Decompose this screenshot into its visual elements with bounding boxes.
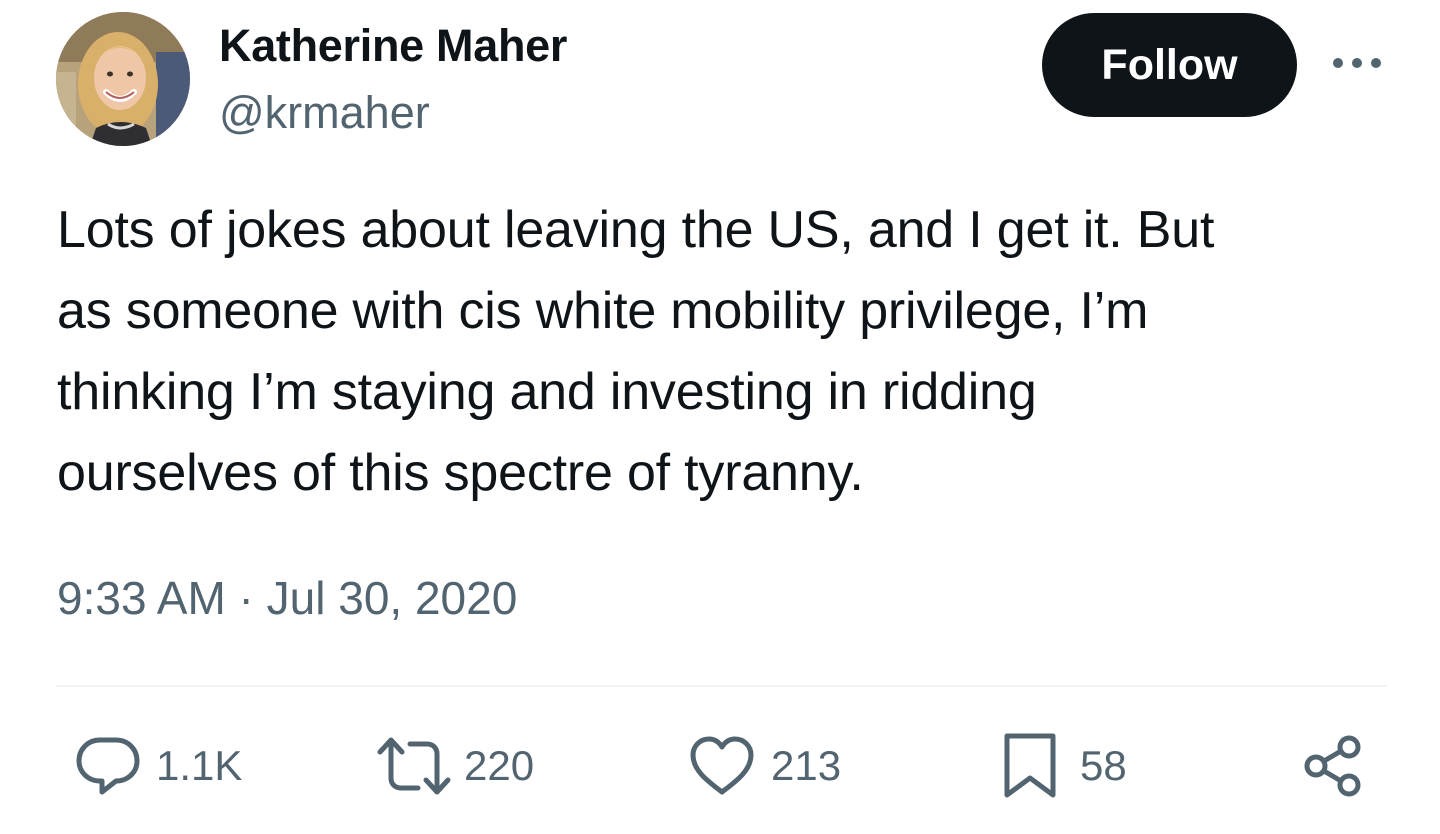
display-name[interactable]: Katherine Maher [219, 20, 567, 72]
reply-icon [76, 737, 140, 795]
like-count: 213 [771, 742, 842, 789]
retweet-icon [377, 737, 451, 795]
retweet-count: 220 [464, 742, 535, 789]
share-button[interactable] [1302, 734, 1364, 798]
tweet-text-line: ourselves of this spectre of tyranny. [57, 444, 864, 502]
bookmark-count: 58 [1080, 742, 1127, 789]
more-horizontal-icon[interactable] [1327, 48, 1387, 78]
avatar-photo [56, 12, 190, 146]
share-icon [1304, 735, 1361, 797]
like-button[interactable]: 213 [689, 734, 841, 798]
tweet-text-line: Lots of jokes about leaving the US, and … [57, 201, 1215, 259]
user-handle[interactable]: @krmaher [219, 87, 430, 139]
reply-button[interactable]: 1.1K [74, 734, 242, 798]
tweet-card: Katherine Maher @krmaher Follow Lots of … [0, 0, 1440, 834]
tweet-text-line: thinking I’m staying and investing in ri… [57, 363, 1037, 421]
reply-count: 1.1K [156, 742, 243, 789]
follow-button[interactable]: Follow [1042, 13, 1297, 117]
tweet-text-line: as someone with cis white mobility privi… [57, 282, 1149, 340]
heart-icon [690, 736, 754, 795]
tweet-text: Lots of jokes about leaving the US, and … [57, 190, 1377, 514]
avatar[interactable] [56, 12, 190, 146]
tweet-timestamp[interactable]: 9:33 AM · Jul 30, 2020 [57, 568, 517, 628]
bookmark-button[interactable]: 58 [1002, 733, 1127, 798]
divider [56, 685, 1387, 687]
bookmark-icon [1004, 733, 1056, 798]
retweet-button[interactable]: 220 [376, 734, 534, 798]
